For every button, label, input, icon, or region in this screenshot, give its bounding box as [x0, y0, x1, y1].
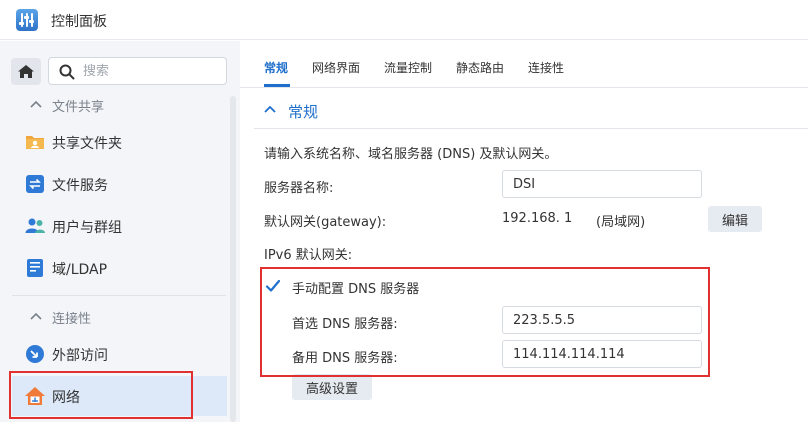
sidebar-item-label: 网络 — [52, 390, 80, 406]
group-divider — [254, 128, 808, 129]
preferred-dns-input[interactable] — [513, 312, 688, 328]
sidebar-item-domain-ldap[interactable]: 域/LDAP — [12, 248, 227, 288]
tab-bar: 常规 网络界面 流量控制 静态路由 连接性 — [240, 41, 808, 88]
server-name-field[interactable] — [502, 170, 702, 198]
sidebar-item-label: 共享文件夹 — [52, 136, 122, 152]
sidebar-item-shared-folder[interactable]: 共享文件夹 — [12, 122, 227, 162]
sidebar-item-label: 文件服务 — [52, 178, 108, 194]
external-access-icon — [26, 345, 44, 363]
preferred-dns-field[interactable] — [502, 306, 702, 334]
manual-dns-label[interactable]: 手动配置 DNS 服务器 — [292, 278, 419, 297]
chevron-up-icon — [264, 105, 276, 113]
home-icon — [18, 65, 34, 78]
sidebar: 文件共享 共享文件夹 文件服务 用户与群组 — [0, 41, 240, 422]
advanced-settings-button[interactable]: 高级设置 — [292, 374, 372, 400]
edit-gateway-button[interactable]: 编辑 — [708, 206, 762, 232]
tab-network-interface[interactable]: 网络界面 — [312, 59, 360, 76]
sidebar-item-file-services[interactable]: 文件服务 — [12, 164, 227, 204]
tab-connectivity[interactable]: 连接性 — [528, 59, 564, 76]
gateway-ip-value: 192.168. 1 — [502, 211, 573, 226]
sidebar-item-label: 外部访问 — [52, 348, 108, 364]
network-house-icon — [25, 387, 45, 405]
alternate-dns-field[interactable] — [502, 340, 702, 368]
title-bar: 控制面板 — [0, 0, 808, 40]
general-description: 请输入系统名称、域名服务器 (DNS) 及默认网关。 — [264, 147, 558, 162]
section-label: 文件共享 — [52, 100, 105, 115]
shared-folder-icon — [26, 136, 44, 149]
server-name-label: 服务器名称: — [264, 181, 334, 196]
sidebar-item-network[interactable]: 网络 — [12, 376, 227, 416]
file-services-icon — [26, 175, 44, 193]
window-title: 控制面板 — [51, 14, 107, 30]
sidebar-item-label: 域/LDAP — [52, 262, 108, 278]
checkmark-icon[interactable] — [265, 278, 281, 294]
alternate-dns-input[interactable] — [513, 346, 688, 362]
chevron-up-icon — [30, 312, 42, 320]
tab-general[interactable]: 常规 — [264, 59, 288, 76]
sidebar-scrollbar[interactable] — [230, 96, 236, 422]
sidebar-divider — [12, 295, 226, 296]
tab-traffic-control[interactable]: 流量控制 — [384, 59, 432, 76]
tab-static-route[interactable]: 静态路由 — [456, 59, 504, 76]
active-tab-indicator — [264, 84, 290, 87]
ipv6-gateway-label: IPv6 默认网关: — [264, 248, 353, 263]
sidebar-item-external-access[interactable]: 外部访问 — [12, 334, 227, 374]
search-icon — [59, 64, 75, 80]
alternate-dns-label: 备用 DNS 服务器: — [292, 351, 398, 366]
control-panel-icon — [16, 9, 38, 31]
search-box[interactable] — [48, 57, 227, 85]
sidebar-item-label: 用户与群组 — [52, 220, 122, 236]
gateway-interface-value: (局域网) — [596, 215, 646, 230]
gateway-label: 默认网关(gateway): — [264, 215, 387, 230]
sidebar-item-users-groups[interactable]: 用户与群组 — [12, 206, 227, 246]
group-title: 常规 — [288, 103, 319, 121]
domain-ldap-icon — [27, 259, 43, 277]
chevron-up-icon — [30, 100, 42, 108]
section-label: 连接性 — [52, 312, 92, 327]
users-groups-icon — [25, 218, 45, 233]
home-button[interactable] — [11, 58, 41, 85]
preferred-dns-label: 首选 DNS 服务器: — [292, 317, 398, 332]
search-input[interactable] — [83, 62, 221, 80]
server-name-input[interactable] — [513, 176, 688, 192]
main-panel: 常规 网络界面 流量控制 静态路由 连接性 常规 请输入系统名称、域名服务器 (… — [240, 41, 808, 422]
